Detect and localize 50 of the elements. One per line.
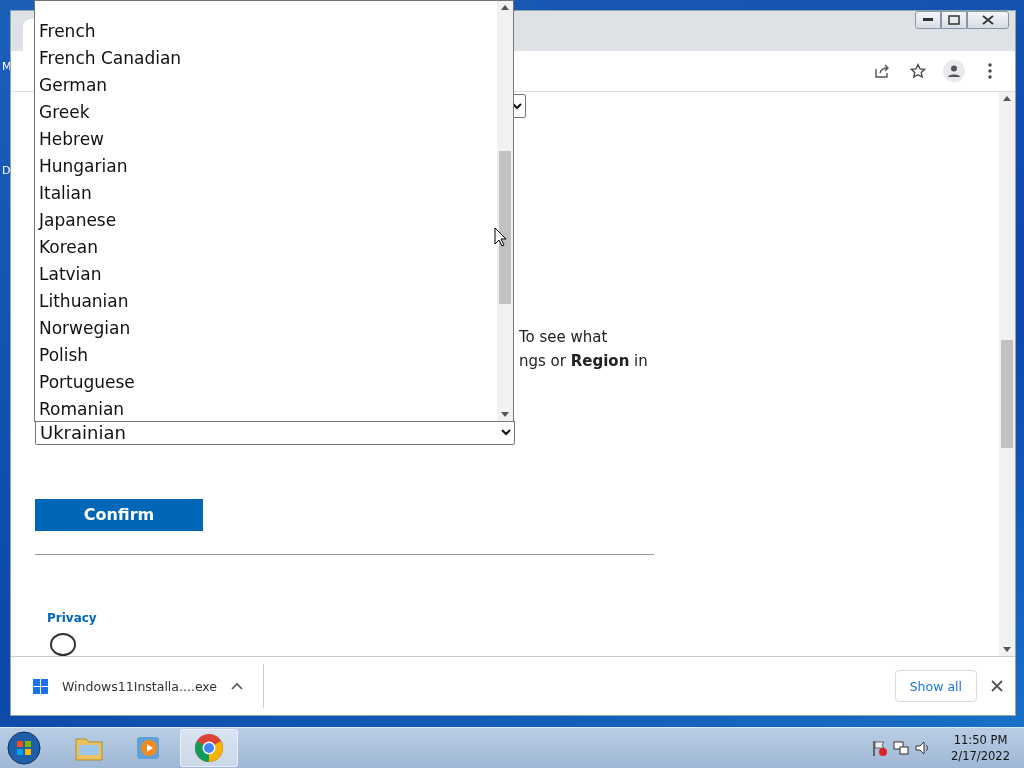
dropdown-option[interactable]: Norwegian xyxy=(35,315,497,342)
dropdown-option[interactable]: Romanian xyxy=(35,396,497,421)
start-button[interactable] xyxy=(6,730,42,766)
taskbar-app[interactable] xyxy=(180,729,238,767)
network-icon[interactable] xyxy=(893,740,910,756)
scrollbar[interactable] xyxy=(999,92,1015,656)
windows-logo-icon xyxy=(33,678,48,694)
dropdown-option[interactable]: Polish xyxy=(35,342,497,369)
profile-icon[interactable] xyxy=(943,60,965,82)
dropdown-option[interactable]: Hebrew xyxy=(35,126,497,153)
download-file-name[interactable]: Windows11Installa....exe xyxy=(62,678,218,694)
dropdown-option[interactable]: Lithuanian xyxy=(35,288,497,315)
privacy-link[interactable]: Privacy xyxy=(47,611,999,626)
show-all-button[interactable]: Show all xyxy=(894,670,977,702)
scrollbar-thumb[interactable] xyxy=(499,151,511,304)
desktop-icon-label: M xyxy=(2,60,12,73)
clock-date: 2/17/2022 xyxy=(951,748,1010,764)
dropdown-option[interactable]: Portuguese xyxy=(35,369,497,396)
dropdown-option[interactable]: Japanese xyxy=(35,207,497,234)
dropdown-option[interactable]: Hungarian xyxy=(35,153,497,180)
scrollbar-thumb[interactable] xyxy=(1001,340,1013,448)
desktop-icon-label: D xyxy=(2,164,11,177)
dropdown-option[interactable]: French xyxy=(35,18,497,45)
dropdown-option[interactable]: Korean xyxy=(35,234,497,261)
minimize-icon xyxy=(923,18,933,22)
minimize-button[interactable] xyxy=(915,11,941,29)
scroll-down-icon[interactable] xyxy=(501,412,509,417)
dropdown-option[interactable]: French Canadian xyxy=(35,45,497,72)
caret-icon[interactable] xyxy=(231,682,244,690)
dropdown-option[interactable]: German xyxy=(35,72,497,99)
dropdown-option[interactable]: Greek xyxy=(35,99,497,126)
scroll-up-icon[interactable] xyxy=(1003,96,1011,101)
chevron-icon xyxy=(512,101,522,110)
paragraph-line: ngs or Region in xyxy=(519,350,649,372)
mouse-cursor-icon xyxy=(494,227,507,247)
close-icon[interactable] xyxy=(991,680,1003,692)
close-icon xyxy=(982,15,994,25)
scrollbar[interactable] xyxy=(497,1,513,421)
maximize-icon xyxy=(948,15,960,25)
chrome-icon xyxy=(194,733,224,763)
dropdown-option[interactable]: Italian xyxy=(35,180,497,207)
confirm-button[interactable]: Confirm xyxy=(35,498,203,532)
scroll-down-icon[interactable] xyxy=(1003,647,1011,652)
maximize-button[interactable] xyxy=(941,11,967,29)
flag-icon[interactable] xyxy=(871,740,888,756)
clock-time: 11:50 PM xyxy=(953,732,1008,748)
paragraph-line: To see what xyxy=(519,326,609,348)
chevron-icon xyxy=(501,428,511,437)
close-button[interactable] xyxy=(967,11,1009,29)
dropdown-option[interactable]: Latvian xyxy=(35,261,497,288)
